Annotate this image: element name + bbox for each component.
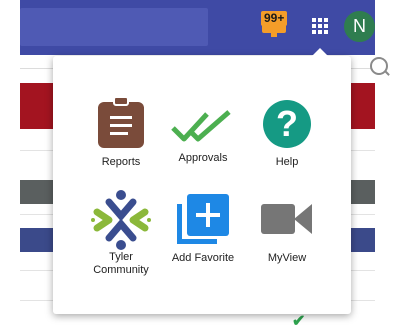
global-search-input[interactable] (20, 8, 208, 46)
monitor-stand (271, 33, 277, 37)
apps-grid-icon[interactable] (312, 18, 328, 34)
video-camera-icon (261, 202, 313, 236)
user-avatar[interactable]: N (344, 11, 375, 42)
left-margin (0, 0, 20, 333)
app-tile-add-favorite[interactable]: Add Favorite (155, 194, 251, 265)
notifications-button[interactable]: 99+ (258, 11, 290, 39)
right-margin (375, 0, 394, 333)
app-tile-approvals[interactable]: Approvals (155, 106, 251, 165)
app-tile-label: MyView (267, 252, 307, 264)
app-tile-label: Add Favorite (171, 252, 235, 264)
notification-badge: 99+ (261, 11, 288, 26)
app-tile-label: Approvals (178, 152, 228, 164)
search-icon[interactable] (370, 57, 388, 75)
double-check-icon (171, 106, 235, 146)
apps-menu-popup: Reports Approvals ? Help Tyler Community… (53, 56, 351, 314)
app-tile-label: Help (275, 156, 299, 168)
app-tile-help[interactable]: ? Help (239, 100, 335, 169)
question-icon: ? (263, 100, 311, 148)
popup-caret (311, 48, 329, 57)
clipboard-icon (98, 96, 144, 148)
tyler-community-icon (91, 190, 151, 250)
app-tile-myview[interactable]: MyView (239, 202, 335, 265)
app-tile-label: Tyler Community (93, 251, 149, 276)
add-favorite-icon (177, 194, 229, 244)
check-icon: ✔ (292, 313, 306, 330)
